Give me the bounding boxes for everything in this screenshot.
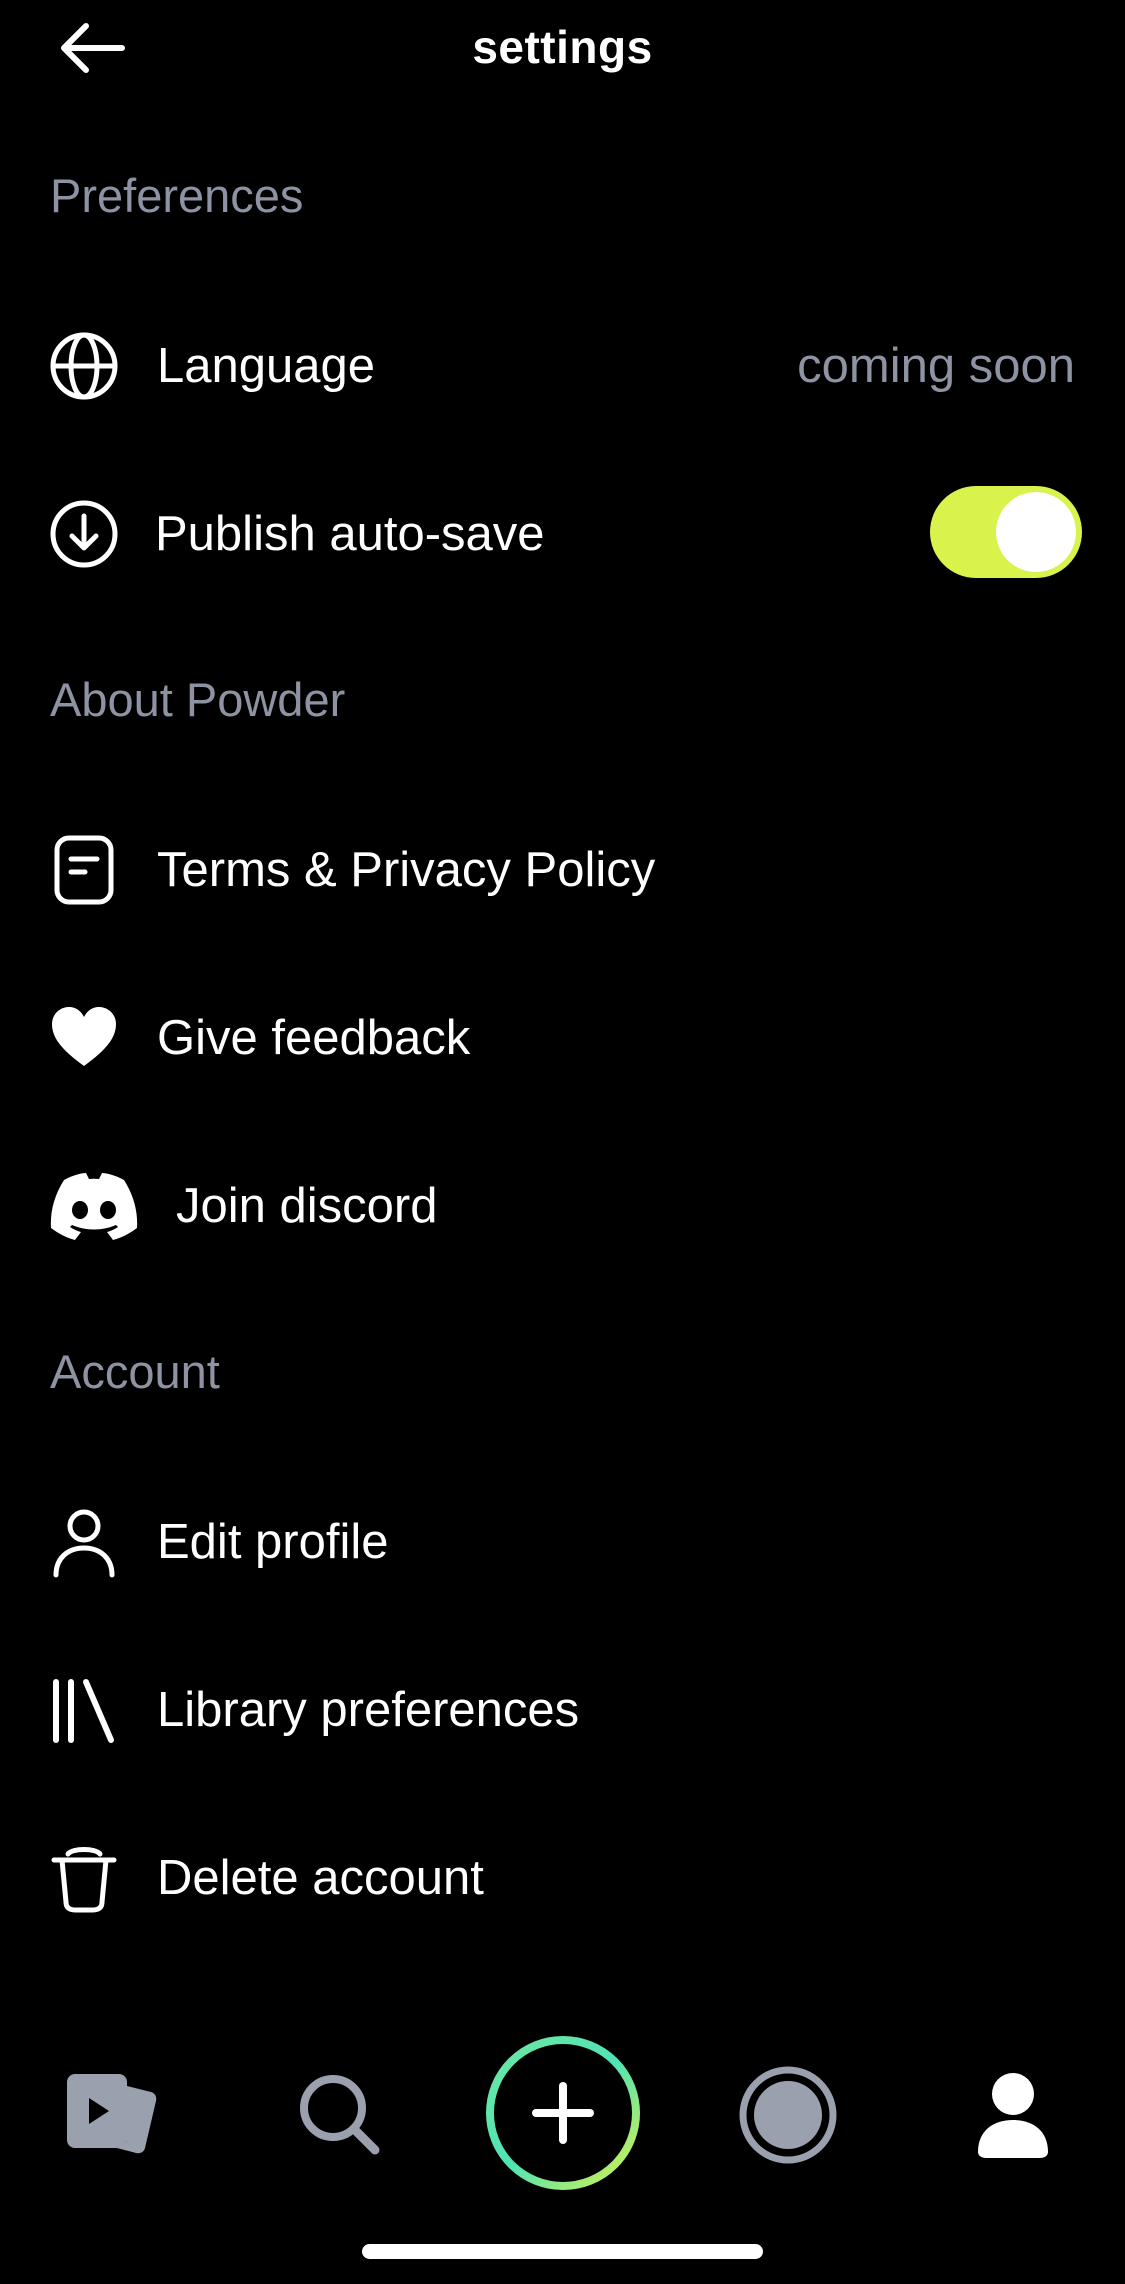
terms-privacy-row[interactable]: Terms & Privacy Policy (0, 810, 1125, 930)
toggle-knob (996, 492, 1076, 572)
section-title-preferences: Preferences (50, 169, 304, 222)
profile-icon (978, 2073, 1048, 2158)
person-icon (48, 1506, 120, 1578)
tab-create[interactable] (478, 2028, 648, 2198)
edit-profile-row[interactable]: Edit profile (0, 1482, 1125, 1602)
join-discord-row[interactable]: Join discord (0, 1146, 1125, 1266)
publish-autosave-label: Publish auto-save (155, 507, 545, 561)
document-icon (48, 834, 120, 906)
language-row[interactable]: Language coming soon (0, 306, 1125, 426)
home-indicator (362, 2244, 763, 2259)
language-label: Language (157, 339, 376, 393)
globe-icon (48, 330, 120, 402)
library-preferences-label: Library preferences (157, 1683, 580, 1737)
trash-icon (48, 1842, 120, 1914)
header: settings (0, 0, 1125, 100)
page-title: settings (472, 21, 653, 73)
search-icon (300, 2075, 380, 2155)
library-icon (48, 1674, 120, 1746)
language-value: coming soon (797, 339, 1075, 393)
tab-videos[interactable] (57, 2060, 167, 2170)
tab-bar (0, 2010, 1125, 2200)
delete-account-row[interactable]: Delete account (0, 1818, 1125, 1938)
give-feedback-label: Give feedback (157, 1011, 471, 1065)
download-circle-icon (48, 498, 120, 570)
tab-search[interactable] (285, 2060, 395, 2170)
video-clips-icon (67, 2074, 157, 2154)
library-preferences-row[interactable]: Library preferences (0, 1650, 1125, 1770)
create-plus-icon (486, 2036, 640, 2190)
record-icon (739, 2066, 837, 2164)
tab-profile[interactable] (958, 2060, 1068, 2170)
section-title-about: About Powder (50, 673, 346, 726)
delete-account-label: Delete account (157, 1851, 484, 1905)
discord-icon (46, 1170, 142, 1242)
edit-profile-label: Edit profile (157, 1515, 389, 1569)
join-discord-label: Join discord (176, 1179, 438, 1233)
publish-autosave-toggle[interactable] (930, 486, 1082, 578)
terms-privacy-label: Terms & Privacy Policy (157, 843, 656, 897)
section-title-account: Account (50, 1345, 220, 1398)
tab-record[interactable] (733, 2060, 843, 2170)
heart-icon (48, 1002, 120, 1074)
give-feedback-row[interactable]: Give feedback (0, 978, 1125, 1098)
